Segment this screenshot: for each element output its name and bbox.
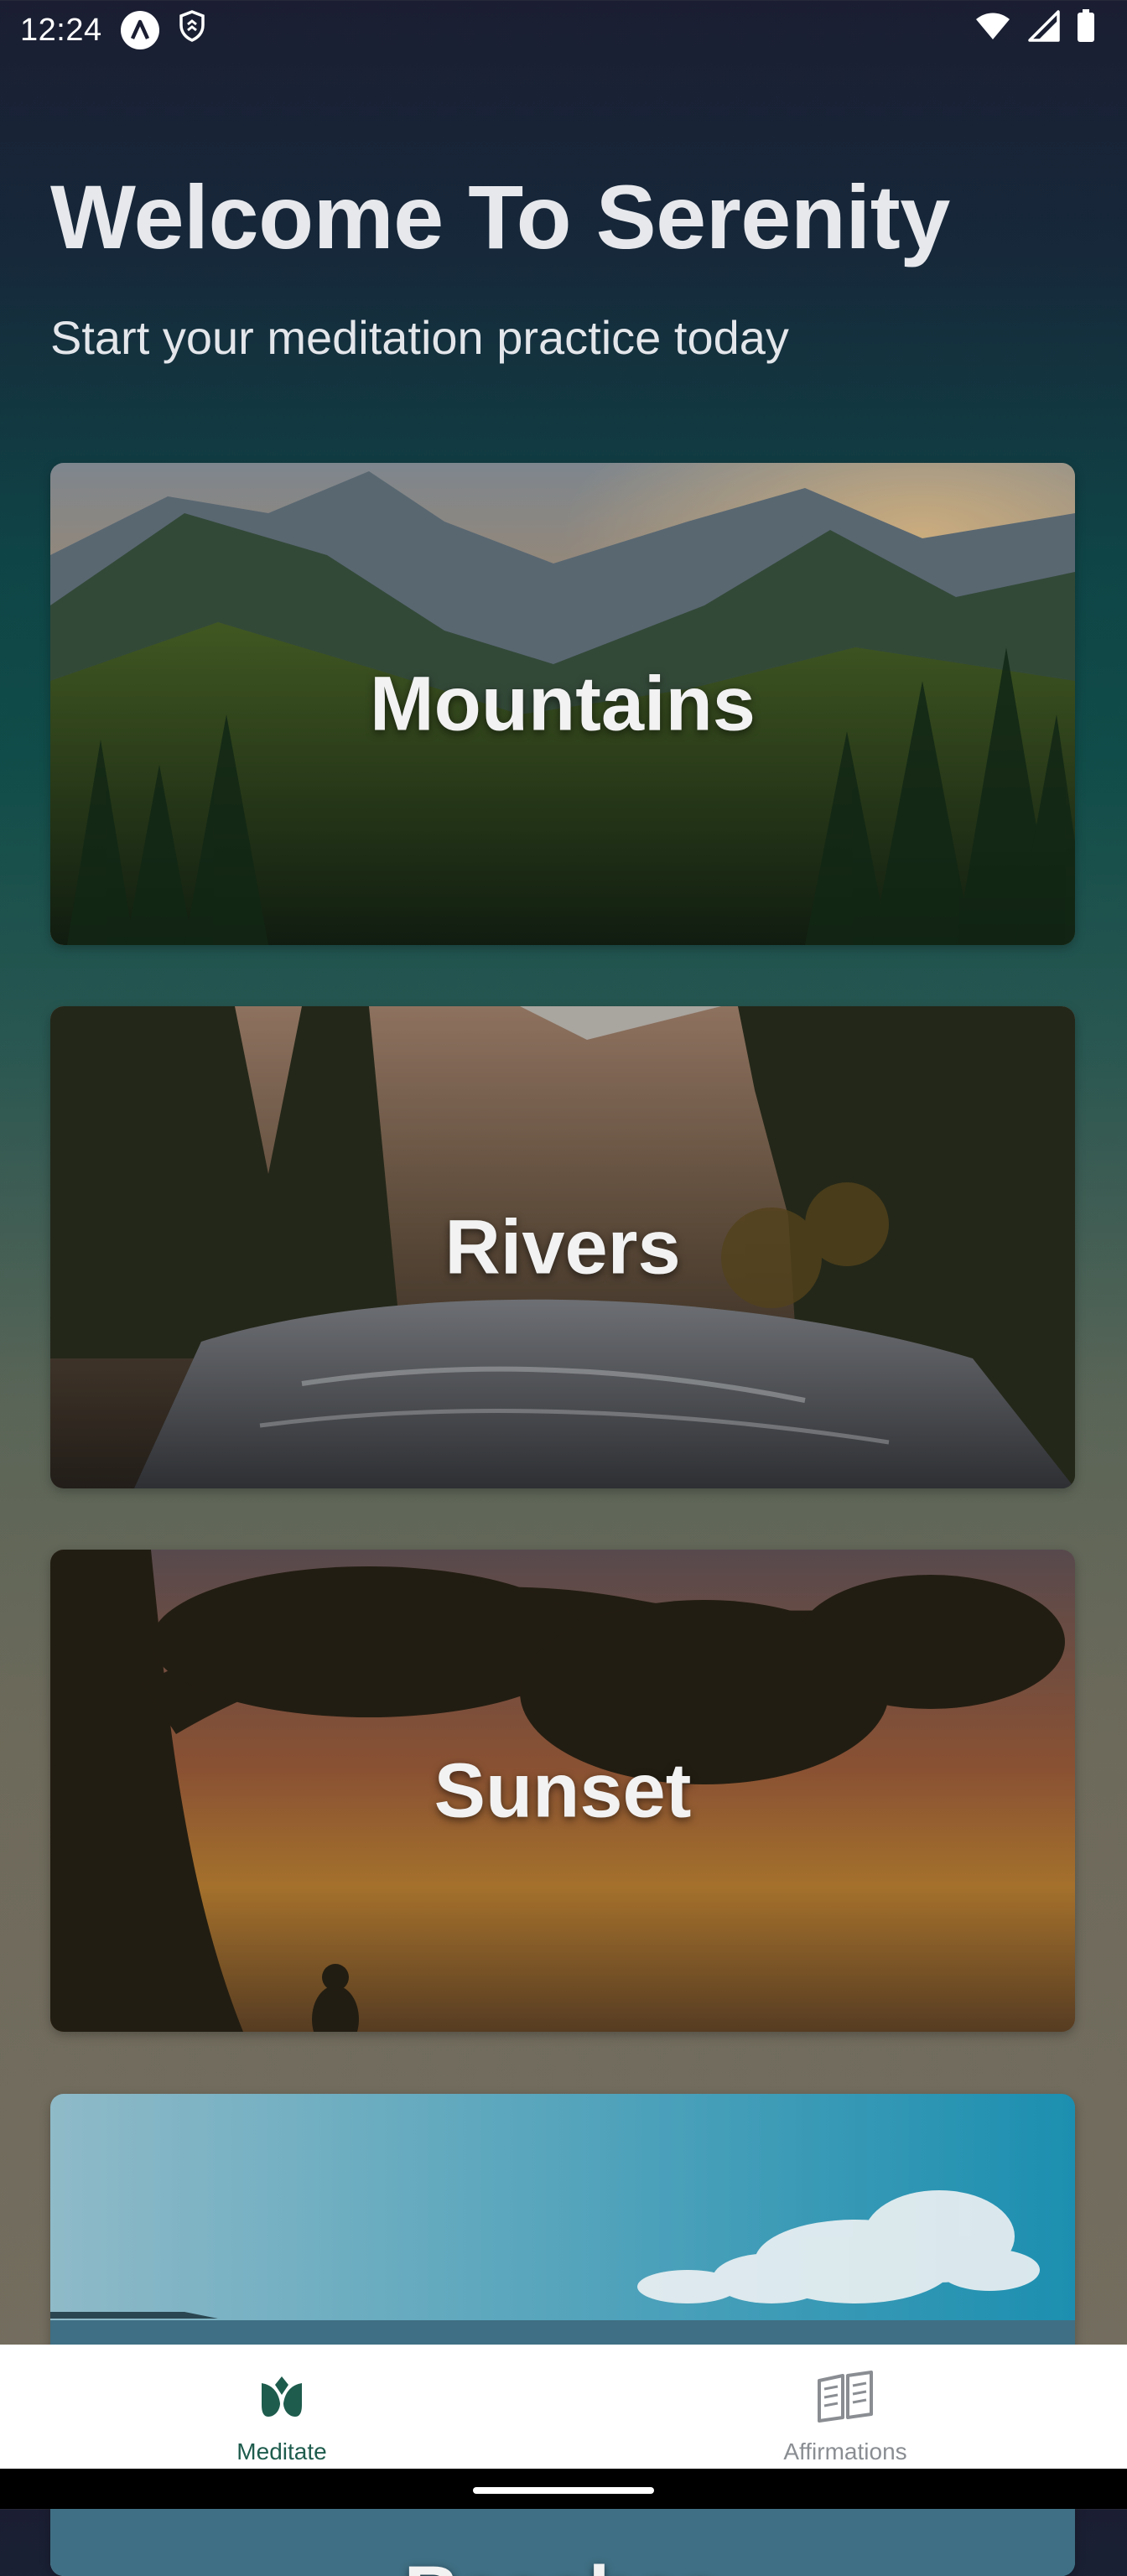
card-label-sunset: Sunset	[434, 1748, 692, 1833]
a-badge-icon	[120, 11, 159, 49]
status-bar: 12:24	[0, 0, 1127, 60]
page-subtitle: Start your meditation practice today	[50, 311, 789, 364]
battery-icon	[1077, 9, 1095, 51]
card-label-beaches: Beaches	[50, 2550, 1075, 2576]
card-label-rivers: Rivers	[444, 1204, 681, 1290]
signal-icon	[1028, 10, 1060, 50]
category-card-sunset[interactable]: Sunset	[50, 1550, 1075, 2032]
nav-item-affirmations[interactable]: Affirmations	[564, 2345, 1127, 2469]
status-time: 12:24	[20, 12, 102, 48]
wifi-icon	[974, 11, 1011, 49]
status-bar-right	[974, 9, 1107, 51]
bottom-navigation: Meditate Affirmations	[0, 2345, 1127, 2469]
page-title: Welcome To Serenity	[50, 166, 950, 267]
security-icon	[178, 9, 206, 51]
nav-label-meditate: Meditate	[236, 2438, 327, 2464]
book-icon	[813, 2365, 877, 2428]
category-card-mountains[interactable]: Mountains	[50, 463, 1075, 945]
category-card-rivers[interactable]: Rivers	[50, 1006, 1075, 1488]
status-bar-left: 12:24	[20, 9, 206, 51]
lotus-icon	[250, 2365, 314, 2428]
card-label-mountains: Mountains	[370, 661, 756, 746]
home-indicator[interactable]	[473, 2487, 654, 2494]
nav-label-affirmations: Affirmations	[783, 2438, 907, 2464]
nav-item-meditate[interactable]: Meditate	[0, 2345, 564, 2469]
